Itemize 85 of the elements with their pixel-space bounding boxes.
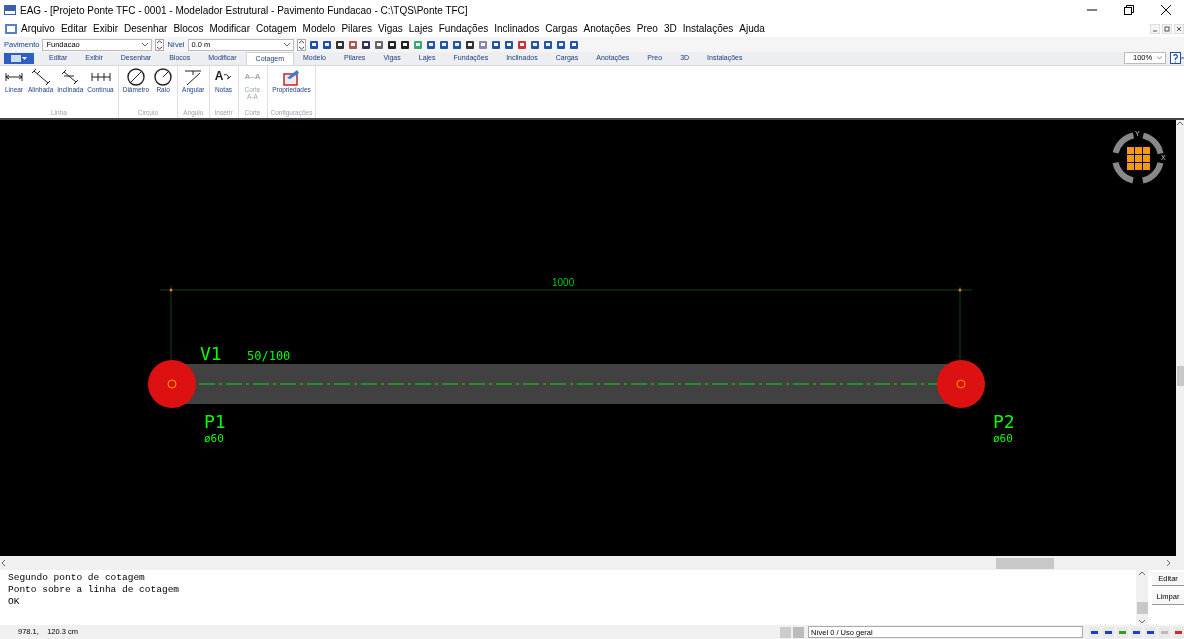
- letter-icon: A: [214, 70, 224, 84]
- menu-item[interactable]: Modelo: [299, 21, 339, 36]
- pillar-name: P2: [993, 411, 1015, 432]
- status-toggle-icon[interactable]: [1089, 626, 1100, 638]
- command-line: OK: [8, 596, 21, 608]
- menu-item[interactable]: Exibir: [90, 21, 122, 36]
- close-icon[interactable]: [1160, 5, 1171, 15]
- menu-item[interactable]: Preo: [633, 21, 661, 36]
- dimension-icon: [183, 68, 204, 86]
- caret-icon: [1157, 56, 1162, 60]
- tool-icon[interactable]: [555, 39, 566, 50]
- document-icon: [4, 22, 18, 35]
- scroll-left-icon[interactable]: [0, 559, 8, 567]
- app-logo-icon: [4, 5, 16, 15]
- scroll-thumb[interactable]: [1136, 601, 1148, 614]
- menu-item[interactable]: Instalações: [679, 21, 737, 36]
- circle-icon: [125, 68, 146, 86]
- tool-icon[interactable]: [360, 39, 371, 50]
- tool-icon[interactable]: [451, 39, 462, 50]
- tool-icon[interactable]: [321, 39, 332, 50]
- menu-item[interactable]: Lajes: [405, 21, 436, 36]
- section-icon: A–A: [244, 72, 261, 82]
- dimension-icon: [60, 68, 81, 86]
- tool-icon[interactable]: [386, 39, 397, 50]
- tool-icon[interactable]: [438, 39, 449, 50]
- tool-icon[interactable]: [425, 39, 436, 50]
- tool-icon[interactable]: [490, 39, 501, 50]
- circle-icon: [153, 68, 174, 86]
- scroll-thumb[interactable]: [1176, 366, 1184, 386]
- pillar: [937, 360, 985, 408]
- layer-swatch-icon: [780, 626, 806, 638]
- menu-item[interactable]: Modificar: [206, 21, 253, 36]
- menu-item[interactable]: 3D: [660, 21, 680, 36]
- app-menu-button[interactable]: [4, 53, 34, 64]
- caret-icon: [283, 42, 290, 47]
- menu-item[interactable]: Inclinados: [491, 21, 543, 36]
- properties-icon: [281, 68, 302, 86]
- tool-icon[interactable]: [334, 39, 345, 50]
- menu-item[interactable]: Fundações: [435, 21, 492, 36]
- scroll-thumb[interactable]: [996, 557, 1054, 569]
- status-toggle-icon[interactable]: [1103, 626, 1114, 638]
- menu-item[interactable]: Cargas: [542, 21, 581, 36]
- command-line: Ponto sobre a linha de cotagem: [8, 584, 181, 596]
- menu-item[interactable]: Anotações: [580, 21, 634, 36]
- pillar-diameter: ø60: [993, 432, 1013, 445]
- status-toggle-icon[interactable]: [1159, 626, 1170, 638]
- menu-item[interactable]: Desenhar: [121, 21, 171, 36]
- scroll-up-icon[interactable]: [1138, 570, 1146, 576]
- beam-name: V1: [200, 343, 222, 364]
- scroll-up-icon[interactable]: [1176, 120, 1184, 126]
- dimension-value: 1000: [552, 277, 575, 288]
- menu-item[interactable]: Editar: [57, 21, 91, 36]
- menu-item[interactable]: Ajuda: [736, 21, 768, 36]
- status-toggle-icon[interactable]: [1173, 626, 1184, 638]
- status-toggle-icon[interactable]: [1131, 626, 1142, 638]
- menu-item[interactable]: Cotagem: [253, 21, 300, 36]
- help-icon[interactable]: [1170, 52, 1184, 64]
- menu-item[interactable]: Pilares: [338, 21, 375, 36]
- menu-item[interactable]: Vigas: [374, 21, 406, 36]
- beam-section: 50/100: [247, 349, 291, 363]
- status-toggle-icon[interactable]: [1145, 626, 1156, 638]
- arrow-icon: [224, 73, 233, 81]
- spinner-icon[interactable]: [296, 38, 306, 51]
- window-title: EAG - [Projeto Ponte TFC - 0001 - Modelador Estrutural - Pavimento Fundacao - C:\TQS\Ponte TFC]: [20, 3, 468, 18]
- spinner-icon[interactable]: [155, 38, 165, 51]
- pillar-diameter: ø60: [204, 432, 224, 445]
- restore-icon[interactable]: [1123, 5, 1134, 15]
- tool-icon[interactable]: [529, 39, 540, 50]
- scroll-down-icon[interactable]: [1138, 619, 1146, 625]
- menu-item[interactable]: Blocos: [170, 21, 207, 36]
- scroll-right-icon[interactable]: [1164, 559, 1172, 567]
- menu-item[interactable]: Arquivo: [18, 21, 58, 36]
- tool-icon[interactable]: [308, 39, 319, 50]
- status-toggle-icon[interactable]: [1117, 626, 1128, 638]
- tool-icon[interactable]: [503, 39, 514, 50]
- tool-icon[interactable]: [568, 39, 579, 50]
- command-line: Segundo ponto de cotagem: [8, 572, 146, 584]
- dimension-icon: [30, 68, 51, 86]
- caret-icon: [142, 42, 149, 47]
- tool-icon[interactable]: [399, 39, 410, 50]
- pillar-name: P1: [204, 411, 226, 432]
- tool-icon[interactable]: [542, 39, 553, 50]
- menu-icon: [11, 55, 27, 62]
- tool-icon[interactable]: [464, 39, 475, 50]
- pillar: [148, 360, 196, 408]
